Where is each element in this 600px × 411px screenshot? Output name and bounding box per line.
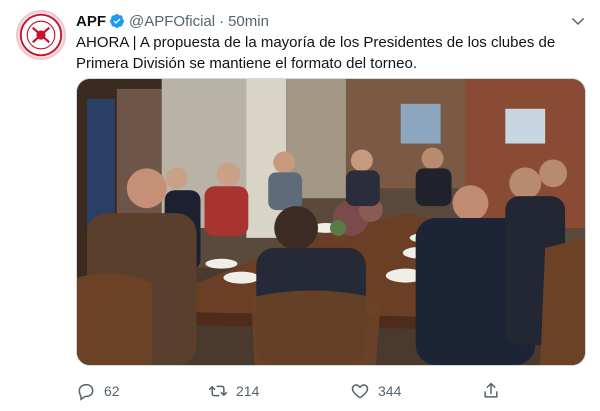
separator-dot: ·: [219, 12, 225, 30]
retweet-button[interactable]: 214: [208, 381, 259, 401]
heart-icon: [351, 384, 369, 399]
author-handle[interactable]: @APFOficial: [129, 13, 215, 30]
tweet-timestamp[interactable]: 50min: [228, 13, 269, 30]
chevron-down-icon[interactable]: [570, 13, 586, 29]
tweet-actions: 62 214 344: [76, 380, 516, 402]
like-count: 344: [378, 383, 402, 399]
share-button[interactable]: [481, 381, 509, 401]
author-name[interactable]: APF: [76, 13, 106, 30]
reply-count: 62: [104, 383, 120, 399]
reply-icon: [78, 384, 94, 401]
retweet-count: 214: [236, 383, 260, 399]
like-button[interactable]: 344: [350, 381, 401, 401]
tweet-header: APF @APFOficial · 50min: [76, 11, 269, 31]
tweet-text: AHORA | A propuesta de la mayoría de los…: [76, 34, 556, 72]
tweet-photo[interactable]: [76, 78, 586, 366]
share-icon: [484, 382, 498, 398]
retweet-icon: [208, 385, 228, 397]
verified-badge-icon: [110, 14, 124, 28]
tweet-card[interactable]: APF @APFOficial · 50min AHORA | A propue…: [0, 0, 600, 411]
avatar[interactable]: [16, 10, 66, 60]
meeting-photo: [77, 79, 585, 365]
apf-logo-icon: [19, 13, 63, 57]
reply-button[interactable]: 62: [76, 381, 120, 401]
